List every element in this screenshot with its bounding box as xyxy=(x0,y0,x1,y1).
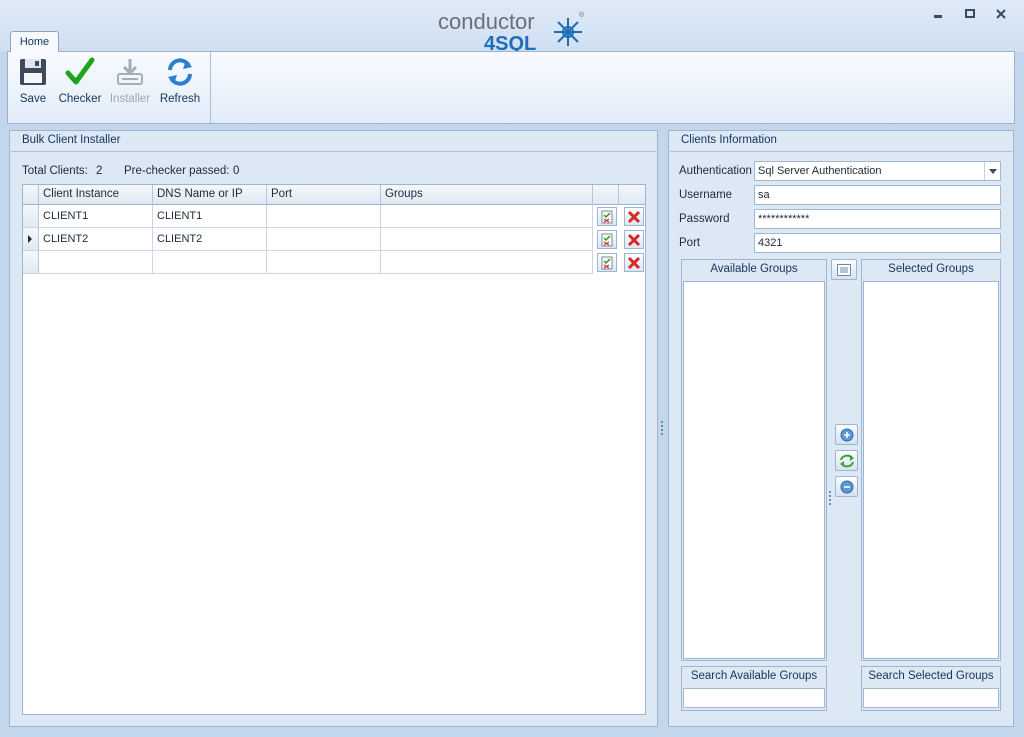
check-client-button[interactable] xyxy=(597,207,617,226)
restore-icon xyxy=(965,9,975,18)
authentication-dropdown-button[interactable] xyxy=(984,162,1000,180)
delete-client-button[interactable] xyxy=(624,207,644,226)
cell-client-name[interactable] xyxy=(39,251,153,274)
authentication-label: Authentication xyxy=(679,165,752,177)
search-available-groups-title: Search Available Groups xyxy=(690,670,818,682)
current-row-arrow-icon xyxy=(28,235,32,243)
authentication-select[interactable]: Sql Server Authentication xyxy=(754,161,1001,181)
column-header-groups[interactable]: Groups xyxy=(381,185,593,205)
swap-arrows-icon xyxy=(839,454,854,467)
search-selected-groups-input[interactable] xyxy=(863,688,999,708)
delete-x-icon xyxy=(627,233,641,246)
total-clients-value: 2 xyxy=(96,165,103,177)
group-list-options-button[interactable] xyxy=(831,259,857,280)
row-selector[interactable] xyxy=(23,205,39,228)
close-button[interactable] xyxy=(991,6,1011,22)
column-header-check xyxy=(593,185,619,205)
delete-client-button[interactable] xyxy=(624,230,644,249)
cell-dns-name[interactable] xyxy=(153,251,267,274)
tab-home[interactable]: Home xyxy=(10,31,59,52)
check-client-button[interactable] xyxy=(597,230,617,249)
swap-groups-button[interactable] xyxy=(835,450,858,471)
cell-groups[interactable] xyxy=(381,205,593,228)
authentication-value: Sql Server Authentication xyxy=(758,165,882,177)
panel-title: Bulk Client Installer xyxy=(22,134,121,146)
delete-x-icon xyxy=(627,210,641,223)
floppy-disk-icon xyxy=(20,59,46,85)
conductor-logo: conductor 4SQL ® xyxy=(438,9,585,52)
row-header-corner xyxy=(23,185,39,205)
row-selector-current[interactable] xyxy=(23,228,39,251)
column-header-client-instance-name[interactable]: Client Instance Name xyxy=(39,185,153,219)
prechecker-value: 0 xyxy=(233,165,240,177)
available-groups-title: Available Groups xyxy=(710,263,798,275)
chevron-down-icon xyxy=(988,168,997,174)
cell-port[interactable] xyxy=(267,251,381,274)
prechecker-label: Pre-checker passed: xyxy=(124,165,230,177)
cell-port[interactable] xyxy=(267,228,381,251)
search-available-groups-input[interactable] xyxy=(683,688,825,708)
add-group-button[interactable] xyxy=(835,424,858,445)
checklist-icon xyxy=(601,233,613,246)
check-client-button[interactable] xyxy=(597,253,617,272)
checker-label: Checker xyxy=(58,93,102,105)
cell-client-name[interactable]: CLIENT1 xyxy=(39,205,153,228)
save-button[interactable]: Save xyxy=(16,56,50,112)
selected-groups-title: Selected Groups xyxy=(888,263,974,275)
cell-dns-name[interactable]: CLIENT1 xyxy=(153,205,267,228)
checker-button[interactable]: Checker xyxy=(58,56,102,112)
password-label: Password xyxy=(679,213,730,225)
minus-circle-icon xyxy=(840,480,853,493)
total-clients-label: Total Clients: xyxy=(22,165,88,177)
column-header-dns-name[interactable]: DNS Name or IP xyxy=(153,185,267,205)
username-label: Username xyxy=(679,189,733,201)
green-check-icon xyxy=(65,57,95,85)
selected-groups-list[interactable] xyxy=(863,281,999,659)
install-tray-icon xyxy=(117,59,143,85)
port-label: Port xyxy=(679,237,701,249)
username-input[interactable] xyxy=(754,185,1001,205)
maximize-button[interactable] xyxy=(960,6,980,22)
delete-x-icon xyxy=(627,256,641,269)
clients-grid: Client Instance Name DNS Name or IP Port… xyxy=(22,184,646,715)
column-header-delete xyxy=(619,185,645,205)
remove-group-button[interactable] xyxy=(835,476,858,497)
snowflake-icon xyxy=(554,18,582,46)
ribbon-separator xyxy=(210,52,211,123)
refresh-button[interactable]: Refresh xyxy=(158,56,202,112)
refresh-label: Refresh xyxy=(159,93,201,105)
list-icon xyxy=(837,263,851,276)
available-groups-list[interactable] xyxy=(683,281,825,659)
logo-text-bottom: 4SQL xyxy=(484,33,536,52)
minimize-button[interactable] xyxy=(928,6,948,22)
port-input[interactable] xyxy=(754,233,1001,253)
groups-splitter-grip[interactable] xyxy=(829,491,832,507)
cell-dns-name[interactable]: CLIENT2 xyxy=(153,228,267,251)
checklist-icon xyxy=(601,210,613,223)
checklist-icon xyxy=(601,256,613,269)
column-header-port[interactable]: Port xyxy=(267,185,381,205)
installer-label: Installer xyxy=(109,93,151,105)
cell-client-name[interactable]: CLIENT2 xyxy=(39,228,153,251)
panel-splitter-grip[interactable] xyxy=(661,421,664,437)
cell-groups[interactable] xyxy=(381,251,593,274)
delete-client-button[interactable] xyxy=(624,253,644,272)
row-selector[interactable] xyxy=(23,251,39,274)
logo-text-top: conductor xyxy=(438,9,535,34)
close-icon xyxy=(996,9,1006,19)
plus-circle-icon xyxy=(840,428,853,441)
refresh-arrows-icon xyxy=(168,58,192,86)
save-label: Save xyxy=(19,93,47,105)
password-input[interactable] xyxy=(754,209,1001,229)
panel-title: Clients Information xyxy=(681,134,777,146)
registered-mark: ® xyxy=(579,11,585,19)
minimize-icon xyxy=(934,15,942,18)
cell-port[interactable] xyxy=(267,205,381,228)
cell-groups[interactable] xyxy=(381,228,593,251)
installer-button[interactable]: Installer xyxy=(108,56,152,112)
search-selected-groups-title: Search Selected Groups xyxy=(868,670,994,682)
